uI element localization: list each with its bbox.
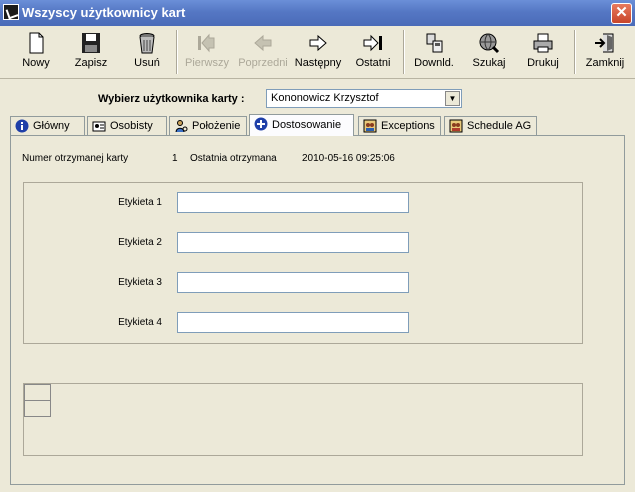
previous-button-label: Poprzedni [238, 57, 288, 69]
user-select-value: Kononowicz Krzysztof [271, 92, 379, 104]
card-number-value: 1 [172, 153, 178, 164]
person-card-icon [92, 121, 106, 132]
last-received-value: 2010-05-16 09:25:06 [302, 153, 395, 164]
first-record-icon [198, 33, 215, 53]
label-3-caption: Etykieta 3 [118, 277, 162, 288]
close-window-button[interactable]: ✕ [611, 3, 632, 24]
previous-arrow-icon [254, 34, 272, 52]
card-number-label: Numer otrzymanej karty [22, 153, 129, 164]
tab-main-label: Główny [33, 120, 70, 132]
window-title: Wszyscy użytkownicy kart [22, 5, 186, 20]
people-calendar-icon [363, 119, 377, 133]
label-4-field[interactable] [177, 312, 409, 333]
save-button[interactable]: Zapisz [68, 28, 114, 76]
close-button[interactable]: Zamknij [581, 28, 629, 76]
last-received-label: Ostatnia otrzymana [190, 153, 277, 164]
label-4-caption: Etykieta 4 [118, 317, 162, 328]
grid-header-cell[interactable] [24, 384, 51, 401]
tab-customization[interactable]: Dostosowanie [249, 114, 354, 136]
exit-door-icon [595, 33, 614, 53]
toolbar-separator [574, 30, 576, 74]
tab-exceptions-label: Exceptions [381, 120, 435, 132]
last-button-label: Ostatni [355, 57, 391, 69]
first-button-label: Pierwszy [184, 57, 229, 69]
next-button[interactable]: Następny [292, 28, 344, 76]
label-3-field[interactable] [177, 272, 409, 293]
save-button-label: Zapisz [74, 57, 108, 69]
search-button-label: Szukaj [472, 57, 506, 69]
tab-customization-label: Dostosowanie [272, 119, 342, 131]
trash-bin-icon [139, 33, 155, 54]
last-record-icon [363, 34, 382, 52]
search-button[interactable]: Szukaj [466, 28, 512, 76]
user-select[interactable]: Kononowicz Krzysztof ▼ [266, 89, 462, 108]
label-2-field[interactable] [177, 232, 409, 253]
tab-schedule-ag-label: Schedule AG [467, 120, 532, 132]
label-1-field[interactable] [177, 192, 409, 213]
new-button[interactable]: Nowy [14, 28, 58, 76]
new-button-label: Nowy [22, 57, 50, 69]
download-button-label: Downld. [414, 57, 454, 69]
toolbar: Nowy Zapisz Usuń Pierwszy Poprzedni Nast… [0, 26, 635, 79]
user-selector-label: Wybierz użytkownika karty : [98, 93, 245, 105]
tab-location-label: Położenie [192, 120, 241, 132]
floppy-disk-icon [82, 33, 100, 53]
chevron-down-icon[interactable]: ▼ [445, 91, 460, 106]
tab-main[interactable]: Główny [10, 116, 85, 135]
label-1-caption: Etykieta 1 [118, 197, 162, 208]
print-button-label: Drukuj [527, 57, 559, 69]
last-button[interactable]: Ostatni [350, 28, 396, 76]
tab-personal[interactable]: Osobisty [87, 116, 167, 135]
download-button[interactable]: Downld. [410, 28, 458, 76]
delete-button-label: Usuń [134, 57, 160, 69]
tab-location[interactable]: Położenie [169, 116, 247, 135]
tab-personal-label: Osobisty [110, 120, 153, 132]
plus-circle-icon [254, 117, 268, 131]
delete-button[interactable]: Usuń [124, 28, 170, 76]
info-icon [15, 119, 29, 133]
close-button-label: Zamknij [585, 57, 625, 69]
previous-button[interactable]: Poprzedni [236, 28, 290, 76]
people-schedule-icon [449, 119, 463, 133]
next-button-label: Następny [294, 57, 342, 69]
title-bar[interactable]: Wszyscy użytkownicy kart ✕ [0, 0, 635, 26]
app-window: Wszyscy użytkownicy kart ✕ Nowy Zapisz U… [0, 0, 635, 492]
download-device-icon [426, 33, 443, 53]
new-document-icon [29, 32, 44, 54]
toolbar-separator [403, 30, 405, 74]
tab-exceptions[interactable]: Exceptions [358, 116, 441, 135]
data-grid[interactable] [23, 383, 583, 456]
print-button[interactable]: Drukuj [520, 28, 566, 76]
tab-schedule-ag[interactable]: Schedule AG [444, 116, 537, 135]
toolbar-separator [176, 30, 178, 74]
printer-icon [533, 33, 553, 53]
grid-row-cell[interactable] [24, 400, 51, 417]
first-button[interactable]: Pierwszy [182, 28, 232, 76]
label-2-caption: Etykieta 2 [118, 237, 162, 248]
search-globe-icon [479, 33, 500, 54]
location-person-icon [175, 120, 188, 133]
app-logo-icon [3, 4, 19, 20]
next-arrow-icon [309, 34, 327, 52]
